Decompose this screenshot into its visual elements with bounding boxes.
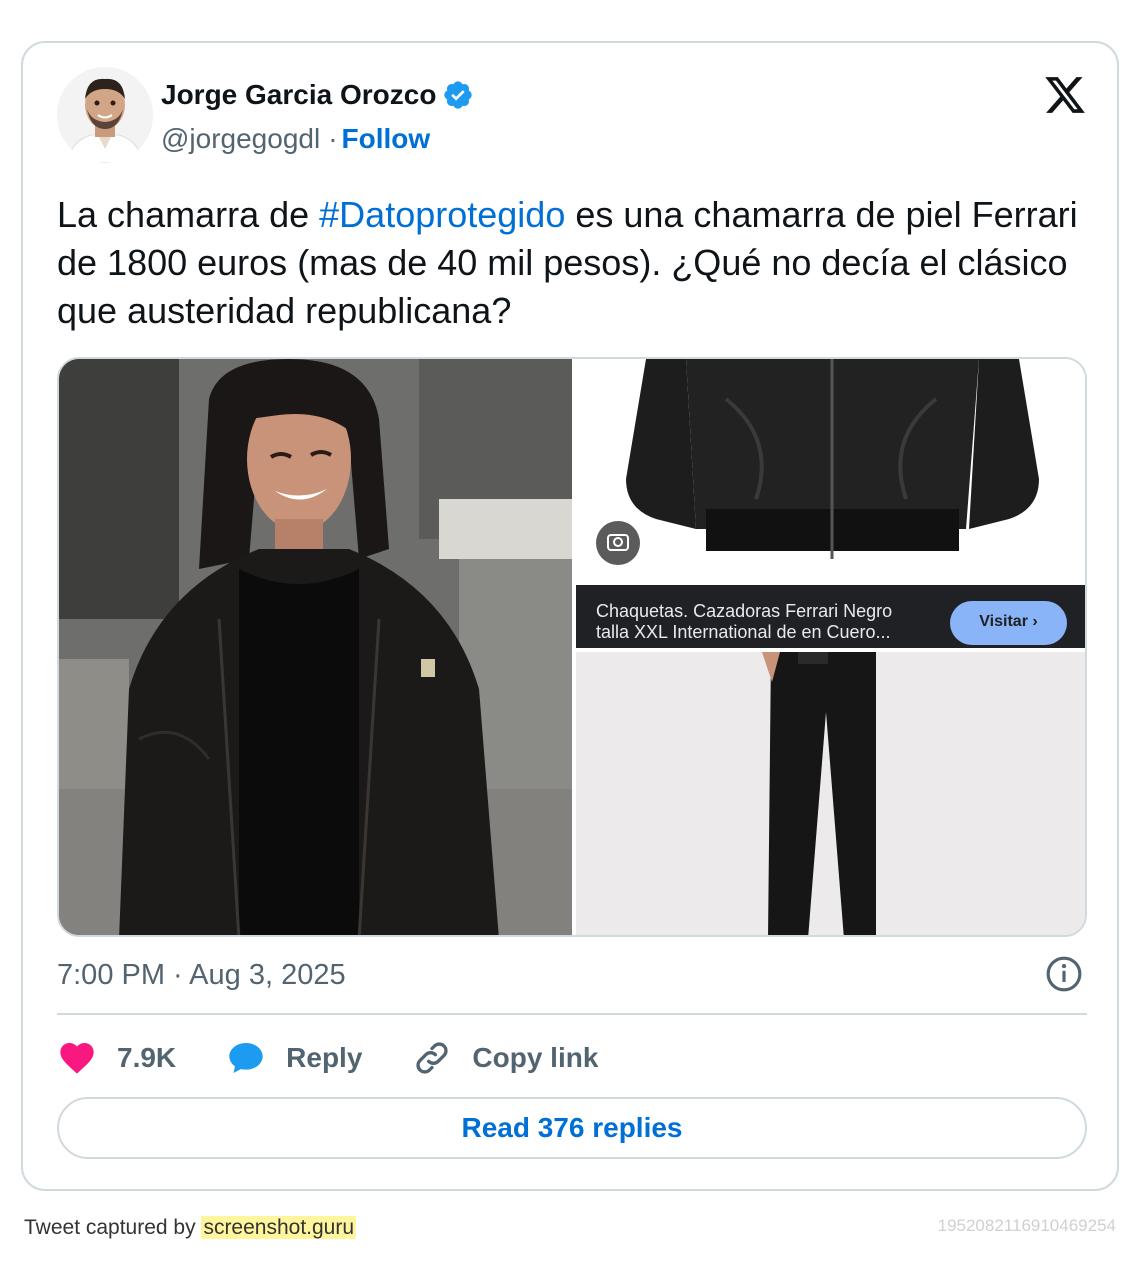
like-button[interactable]: 7.9K bbox=[57, 1038, 176, 1078]
photo-woman-leather-jacket[interactable] bbox=[59, 359, 572, 937]
copy-link-label: Copy link bbox=[472, 1042, 599, 1073]
divider bbox=[57, 1013, 1087, 1015]
heart-icon bbox=[60, 1043, 94, 1074]
author-name[interactable]: Jorge Garcia Orozco bbox=[161, 79, 436, 111]
tweet-text: La chamarra de #Datoprotegido es una cha… bbox=[57, 191, 1087, 335]
footer-prefix: Tweet captured by bbox=[24, 1216, 202, 1239]
chevron-right-icon: › bbox=[1032, 613, 1038, 630]
reply-button[interactable]: Reply bbox=[226, 1038, 362, 1078]
ad-caption: Chaquetas. Cazadoras Ferrari Negro talla… bbox=[596, 601, 946, 643]
tweet-timestamp[interactable]: 7:00 PM · Aug 3, 2025 bbox=[57, 959, 346, 992]
like-count: 7.9K bbox=[117, 1042, 177, 1073]
media-grid: Chaquetas. Cazadoras Ferrari Negro talla… bbox=[57, 357, 1087, 937]
handle-separator: · bbox=[328, 123, 338, 154]
hashtag-link[interactable]: #Datoprotegido bbox=[319, 194, 565, 235]
read-replies-button[interactable]: Read 376 replies bbox=[57, 1097, 1087, 1159]
action-bar: 7.9K Reply Copy link bbox=[57, 1033, 648, 1083]
author-avatar[interactable] bbox=[57, 67, 153, 163]
author-name-row: Jorge Garcia Orozco bbox=[161, 79, 474, 111]
tweet-card: Jorge Garcia Orozco @jorgegogdl · Follow… bbox=[21, 41, 1119, 1191]
footer-brand-link[interactable]: screenshot.guru bbox=[201, 1216, 357, 1239]
capture-footer: Tweet captured by screenshot.guru bbox=[24, 1216, 357, 1240]
copy-link-button[interactable]: Copy link bbox=[412, 1038, 598, 1078]
follow-link[interactable]: Follow bbox=[342, 123, 431, 155]
ad-visit-button[interactable]: Visitar › bbox=[950, 613, 1067, 631]
info-icon[interactable] bbox=[1045, 955, 1083, 993]
tweet-id: 1952082116910469254 bbox=[937, 1216, 1116, 1235]
ad-visit-label: Visitar bbox=[979, 613, 1028, 630]
ad-caption-line2: talla XXL International de en Cuero... bbox=[596, 622, 891, 642]
x-logo-icon[interactable] bbox=[1043, 73, 1087, 117]
photo-black-trousers[interactable] bbox=[576, 652, 1087, 937]
tweet-header: Jorge Garcia Orozco @jorgegogdl · Follow bbox=[57, 67, 1087, 163]
speech-bubble-icon bbox=[229, 1043, 263, 1073]
author-handle-row: @jorgegogdl · Follow bbox=[161, 123, 430, 155]
author-handle[interactable]: @jorgegogdl bbox=[161, 123, 320, 155]
ad-caption-line1: Chaquetas. Cazadoras Ferrari Negro bbox=[596, 601, 893, 621]
verified-badge-icon bbox=[444, 81, 473, 109]
tweet-text-before: La chamarra de bbox=[57, 194, 320, 235]
reply-label: Reply bbox=[286, 1042, 363, 1073]
link-icon bbox=[416, 1042, 448, 1074]
